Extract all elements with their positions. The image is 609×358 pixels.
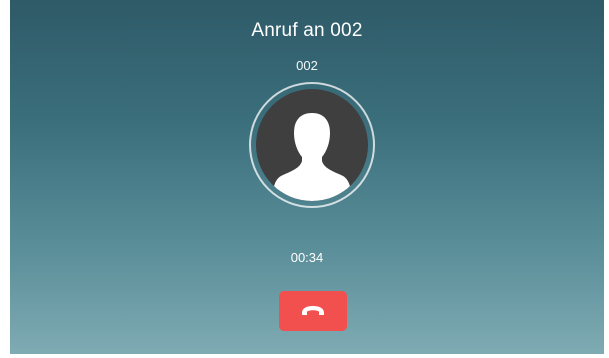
call-title: Anruf an 002: [251, 20, 363, 41]
person-silhouette-icon: [272, 113, 352, 201]
callee-number: 002: [296, 58, 318, 73]
call-duration: 00:34: [290, 250, 324, 265]
hangup-button[interactable]: [279, 291, 347, 331]
phone-hangup-icon: [302, 306, 324, 315]
avatar-ring: [249, 82, 375, 208]
call-screen: Anruf an 002 002 00:34: [10, 0, 604, 354]
avatar: [256, 89, 368, 201]
